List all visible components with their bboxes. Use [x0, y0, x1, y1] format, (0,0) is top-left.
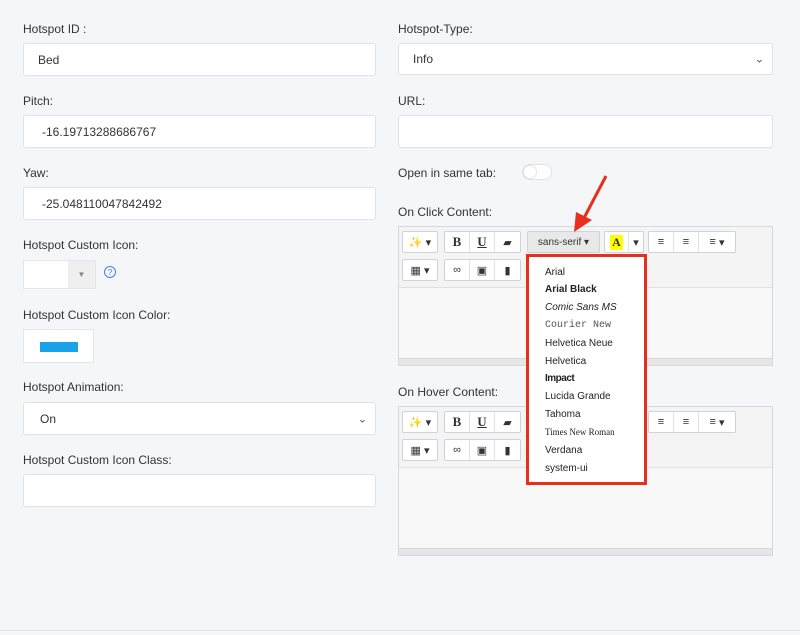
pitch-label: Pitch: — [23, 94, 54, 108]
table-icon[interactable]: ▦ ▾ — [403, 260, 437, 280]
click-content-label: On Click Content: — [398, 205, 493, 219]
table-group: ▦ ▾ — [402, 439, 438, 461]
magic-wand-icon[interactable]: ✨ ▾ — [403, 412, 437, 432]
bold-button[interactable]: B — [445, 412, 470, 432]
color-caret[interactable]: ▾ — [629, 232, 643, 252]
insert-group: ∞ ▣ ▮ — [444, 439, 521, 461]
hover-content-label: On Hover Content: — [398, 385, 499, 399]
caret-glyph: ▾ — [423, 264, 430, 277]
numbered-list-icon[interactable]: ≡ — [674, 232, 699, 252]
underline-button[interactable]: U — [470, 412, 495, 432]
hotspot-id-value: Bed — [38, 52, 60, 67]
animation-label: Hotspot Animation: — [23, 380, 124, 394]
text-color-button[interactable]: A — [605, 232, 629, 252]
hotspot-type-label: Hotspot-Type: — [398, 22, 473, 36]
url-label: URL: — [398, 94, 426, 108]
font-name: sans-serif — [537, 236, 582, 248]
caret-glyph: ▾ — [425, 236, 432, 249]
video-icon[interactable]: ▮ — [495, 260, 520, 280]
animation-select[interactable]: On ⌄ — [23, 402, 376, 435]
color-swatch — [40, 342, 78, 352]
table-icon[interactable]: ▦ ▾ — [403, 440, 437, 460]
link-icon[interactable]: ∞ — [445, 260, 470, 280]
font-option-comic-sans[interactable]: Comic Sans MS — [545, 302, 617, 313]
chevron-down-icon: ⌄ — [357, 413, 367, 425]
font-option-courier-new[interactable]: Courier New — [545, 320, 611, 331]
font-family-menu: Arial Arial Black Comic Sans MS Courier … — [526, 254, 647, 485]
eraser-icon[interactable]: ▰ — [495, 412, 520, 432]
help-icon[interactable]: ? — [104, 266, 116, 278]
font-family-dropdown[interactable]: sans-serif ▾ — [527, 231, 600, 253]
same-tab-label: Open in same tab: — [398, 166, 497, 180]
font-option-helvetica-neue[interactable]: Helvetica Neue — [545, 338, 613, 349]
icon-color-label: Hotspot Custom Icon Color: — [23, 308, 171, 322]
image-icon[interactable]: ▣ — [470, 440, 495, 460]
color-letter: A — [610, 234, 623, 250]
icon-class-input[interactable] — [23, 474, 376, 507]
animation-value: On — [40, 411, 57, 426]
chevron-down-icon: ⌄ — [754, 53, 764, 66]
style-group: ✨ ▾ — [402, 411, 438, 433]
font-option-system-ui[interactable]: system-ui — [545, 463, 588, 474]
style-group: ✨ ▾ — [402, 231, 438, 253]
custom-icon-picker[interactable]: ▼ — [23, 260, 96, 289]
bullet-list-icon[interactable]: ≡ — [649, 412, 674, 432]
font-option-helvetica[interactable]: Helvetica — [545, 356, 586, 367]
custom-icon-label: Hotspot Custom Icon: — [23, 238, 139, 252]
magic-glyph: ✨ — [408, 236, 423, 249]
font-option-arial-black[interactable]: Arial Black — [545, 284, 597, 295]
font-option-arial[interactable]: Arial — [545, 267, 565, 278]
caret-glyph: ▾ — [584, 236, 590, 248]
insert-group: ∞ ▣ ▮ — [444, 259, 521, 281]
red-arrow-annotation — [574, 175, 608, 232]
paragraph-group: ≡ ≡ ≡ ▾ — [648, 411, 736, 433]
align-icon[interactable]: ≡ ▾ — [699, 232, 735, 252]
icon-preview — [24, 261, 68, 288]
underline-button[interactable]: U — [470, 232, 495, 252]
format-group: B U ▰ — [444, 411, 521, 433]
caret-glyph: ▾ — [718, 236, 725, 249]
magic-glyph: ✨ — [408, 416, 423, 429]
yaw-label: Yaw: — [23, 166, 49, 180]
hotspot-type-select[interactable]: Info ⌄ — [398, 43, 773, 75]
bullet-list-icon[interactable]: ≡ — [649, 232, 674, 252]
hotspot-type-value: Info — [413, 52, 434, 66]
bold-button[interactable]: B — [445, 232, 470, 252]
caret-glyph: ▾ — [425, 416, 432, 429]
eraser-icon[interactable]: ▰ — [495, 232, 520, 252]
yaw-value: -25.048110047842492 — [42, 196, 162, 211]
link-icon[interactable]: ∞ — [445, 440, 470, 460]
font-option-tahoma[interactable]: Tahoma — [545, 409, 581, 420]
resize-handle[interactable] — [399, 548, 772, 555]
caret-glyph: ▾ — [718, 416, 725, 429]
font-option-times-new-roman[interactable]: Times New Roman — [545, 427, 615, 437]
yaw-input[interactable]: -25.048110047842492 — [23, 187, 376, 220]
url-input[interactable] — [398, 115, 773, 148]
hotspot-id-input[interactable]: Bed — [23, 43, 376, 76]
font-option-lucida-grande[interactable]: Lucida Grande — [545, 391, 611, 402]
video-icon[interactable]: ▮ — [495, 440, 520, 460]
bottom-divider — [0, 630, 800, 631]
table-group: ▦ ▾ — [402, 259, 438, 281]
format-group: B U ▰ — [444, 231, 521, 253]
font-option-verdana[interactable]: Verdana — [545, 445, 582, 456]
image-icon[interactable]: ▣ — [470, 260, 495, 280]
icon-class-label: Hotspot Custom Icon Class: — [23, 453, 172, 467]
align-icon[interactable]: ≡ ▾ — [699, 412, 735, 432]
color-group: A ▾ — [604, 231, 644, 253]
numbered-list-icon[interactable]: ≡ — [674, 412, 699, 432]
same-tab-toggle[interactable] — [522, 164, 552, 180]
hotspot-id-label: Hotspot ID : — [23, 22, 87, 36]
caret-glyph: ▾ — [423, 444, 430, 457]
icon-color-picker[interactable] — [23, 329, 94, 363]
magic-wand-icon[interactable]: ✨ ▾ — [403, 232, 437, 252]
font-option-impact[interactable]: Impact — [545, 373, 575, 384]
pitch-input[interactable]: -16.19713288686767 — [23, 115, 376, 148]
paragraph-group: ≡ ≡ ≡ ▾ — [648, 231, 736, 253]
pitch-value: -16.19713288686767 — [42, 124, 157, 139]
chevron-down-icon[interactable]: ▼ — [68, 261, 95, 288]
